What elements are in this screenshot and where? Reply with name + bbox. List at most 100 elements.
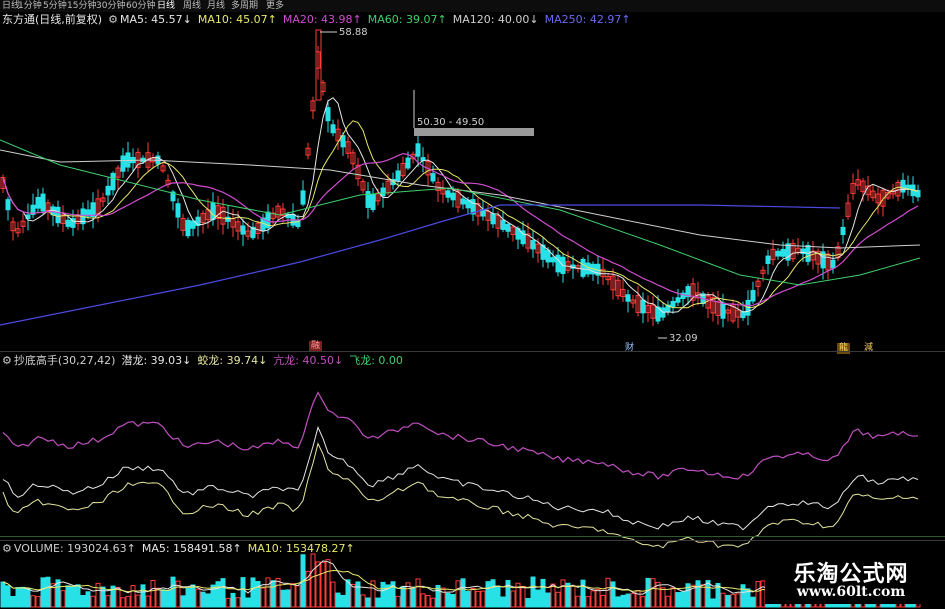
volume-bar [330,581,336,608]
volume-bar [230,592,236,608]
volume-bar [40,577,46,608]
volume-bar [500,596,506,608]
volume-bar [600,594,606,608]
volume-bar [440,587,446,608]
volume-bar [610,581,616,608]
volume-bar [590,590,596,608]
candle-body [395,170,401,182]
candle-body [450,192,456,201]
volume-bar [5,585,11,608]
watermark: 乐淘公式网 www.60lt.com [765,556,937,604]
candle-body [120,155,126,172]
candle-body [430,173,436,182]
candle-body [550,257,556,263]
volume-bar [670,587,676,608]
candle-body [555,254,561,273]
volume-bar [645,577,651,608]
candle-body [585,262,591,275]
indicator-value-2: 蛟龙: 39.74↓ [197,354,268,367]
candle-body [490,213,496,225]
volume-bar [335,592,341,608]
volume-settings-icon[interactable]: ⚙ [2,542,12,555]
volume-bar [270,580,276,608]
volume-bar [545,592,551,608]
candle-body [55,206,61,224]
volume-bar [145,595,151,608]
range-box [414,128,534,136]
volume-bar [180,595,186,608]
volume-bar [60,590,66,608]
volume-bar [20,586,26,608]
volume-bar [510,590,516,608]
candle-body [330,124,336,134]
volume-bar [365,597,371,608]
volume-bar [10,595,16,608]
candle-body [40,193,46,212]
indicator-zero-line [0,536,945,537]
candle-body [780,248,786,257]
candle-body [530,240,536,250]
indicator-settings-icon[interactable]: ⚙ [2,354,12,367]
candle-body [640,299,646,314]
indicator-value-4: 飞龙: 0.00 [349,354,403,367]
volume-bar [240,577,246,608]
candle-body [765,255,771,264]
range-price-label: 50.30 - 49.50 [417,117,485,128]
volume-bar [700,584,706,608]
volume-bar [340,594,346,608]
volume-bar [550,583,556,608]
volume-bar [315,561,321,608]
volume-bar [720,592,726,608]
volume-bar [325,559,331,608]
high-price-label: 58.88 [339,27,368,38]
volume-bar [535,589,541,608]
panel-divider-1[interactable] [0,351,945,352]
candle-body [240,225,246,235]
volume-bar [80,594,86,608]
volume-bar [425,594,431,608]
volume-bar [680,591,686,608]
volume-legend: ⚙ VOLUME: 193024.63↑ MA5: 158491.58↑ MA10: … [2,542,361,555]
volume-bar [265,577,271,608]
event-marker-reduce[interactable]: 減 [862,343,875,354]
volume-bar [170,576,176,608]
candle-body [670,300,676,308]
event-marker-dragon[interactable]: 龍 [837,343,851,354]
event-marker-finance[interactable]: 财 [623,343,636,354]
volume-bar [555,591,561,608]
candle-body [110,172,116,191]
ma10-line [2,120,919,309]
indicator-line-purple [2,391,919,480]
volume-bar [135,594,141,608]
volume-bar [375,597,381,608]
panel-divider-2[interactable] [0,540,945,541]
candle-body [300,190,306,205]
volume-bar [285,589,291,608]
candle-body [750,290,756,302]
volume-bar [675,592,681,608]
volume-bar [0,581,6,608]
volume-bar [125,595,131,608]
volume-bar [530,576,536,608]
volume-bar [635,590,641,608]
volume-bar [205,593,211,608]
volume-bar [585,596,591,608]
volume-bar [520,585,526,608]
volume-bar [730,594,736,608]
candle-body [625,294,631,302]
chart-canvas[interactable] [0,0,945,609]
volume-bar [280,589,286,608]
volume-bar [525,598,531,608]
volume-bar [15,587,21,608]
volume-bar [185,587,191,608]
volume-bar [475,590,481,608]
volume-bar [580,579,586,608]
volume-bar [650,578,656,608]
volume-bar [445,592,451,608]
volume-bar [235,597,241,608]
volume-bar [620,594,626,608]
volume-bar [420,593,426,608]
volume-ma5-value: MA5: 158491.58↑ [141,542,242,555]
candle-body [35,196,41,209]
volume-bar [90,595,96,608]
